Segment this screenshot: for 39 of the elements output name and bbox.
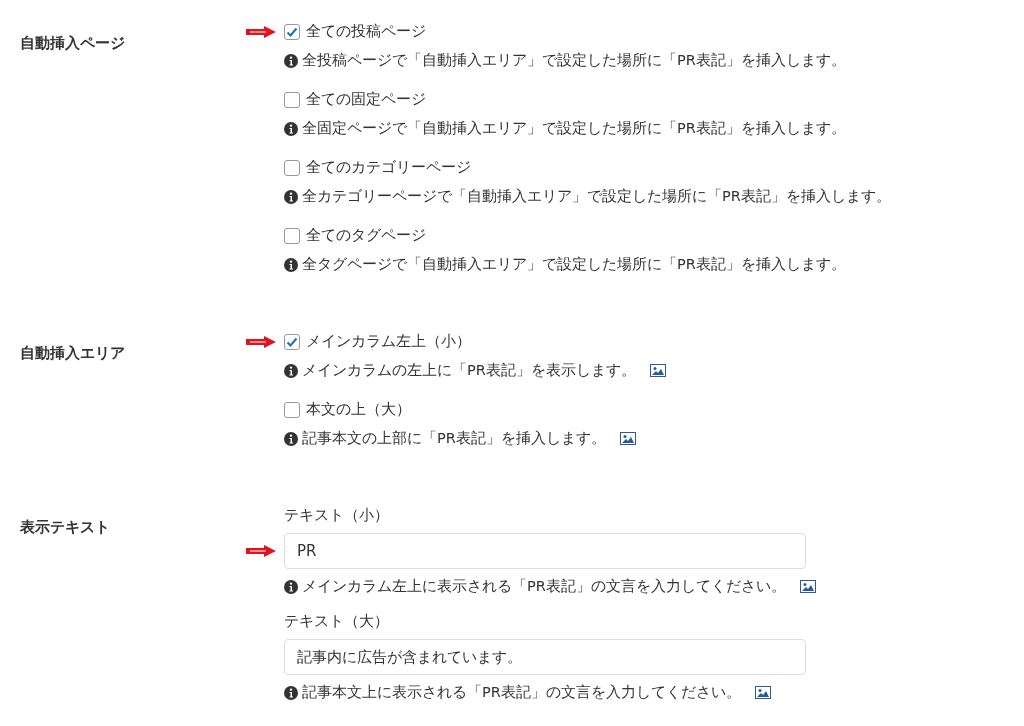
section-label: 表示テキスト: [20, 518, 111, 537]
hint-text: 記事本文上に表示される「PR表記」の文言を入力してください。: [302, 683, 741, 702]
checkbox[interactable]: [284, 159, 300, 176]
checkbox-label[interactable]: 全てのタグページ: [306, 226, 426, 245]
hint-text: 全タグページで「自動挿入エリア」で設定した場所に「PR表記」を挿入します。: [302, 255, 846, 274]
checkbox[interactable]: [284, 401, 300, 418]
checkbox[interactable]: [284, 91, 300, 108]
info-icon: [284, 431, 298, 446]
info-icon: [284, 685, 298, 700]
text-field[interactable]: PR: [284, 533, 806, 569]
hint-text: メインカラムの左上に「PR表記」を表示します。: [302, 361, 636, 380]
field-label: テキスト（大）: [284, 612, 390, 631]
info-icon: [284, 189, 298, 204]
checkbox-label[interactable]: 全ての投稿ページ: [306, 22, 426, 41]
image-icon[interactable]: [649, 364, 666, 377]
field-label: テキスト（小）: [284, 506, 390, 525]
section-label: 自動挿入エリア: [20, 344, 126, 363]
hint-text: 全投稿ページで「自動挿入エリア」で設定した場所に「PR表記」を挿入します。: [302, 51, 846, 70]
image-icon[interactable]: [754, 686, 771, 699]
checkbox-label[interactable]: 本文の上（大）: [306, 400, 411, 419]
checkbox-label[interactable]: 全ての固定ページ: [306, 90, 426, 109]
info-icon: [284, 53, 298, 68]
hint-text: 全カテゴリーページで「自動挿入エリア」で設定した場所に「PR表記」を挿入します。: [302, 187, 891, 206]
hint-text: 全固定ページで「自動挿入エリア」で設定した場所に「PR表記」を挿入します。: [302, 119, 846, 138]
hint-text: メインカラム左上に表示される「PR表記」の文言を入力してください。: [302, 577, 786, 596]
image-icon[interactable]: [799, 580, 816, 593]
info-icon: [284, 363, 298, 378]
section-label: 自動挿入ページ: [20, 34, 126, 53]
info-icon: [284, 579, 298, 594]
checkbox[interactable]: [284, 23, 300, 40]
hint-text: 記事本文の上部に「PR表記」を挿入します。: [302, 429, 606, 448]
checkbox[interactable]: [284, 333, 300, 350]
text-field[interactable]: 記事内に広告が含まれています。: [284, 639, 806, 675]
checkbox-label[interactable]: 全てのカテゴリーページ: [306, 158, 471, 177]
info-icon: [284, 121, 298, 136]
checkbox-label[interactable]: メインカラム左上（小）: [306, 332, 471, 351]
checkbox[interactable]: [284, 227, 300, 244]
image-icon[interactable]: [619, 432, 636, 445]
info-icon: [284, 257, 298, 272]
